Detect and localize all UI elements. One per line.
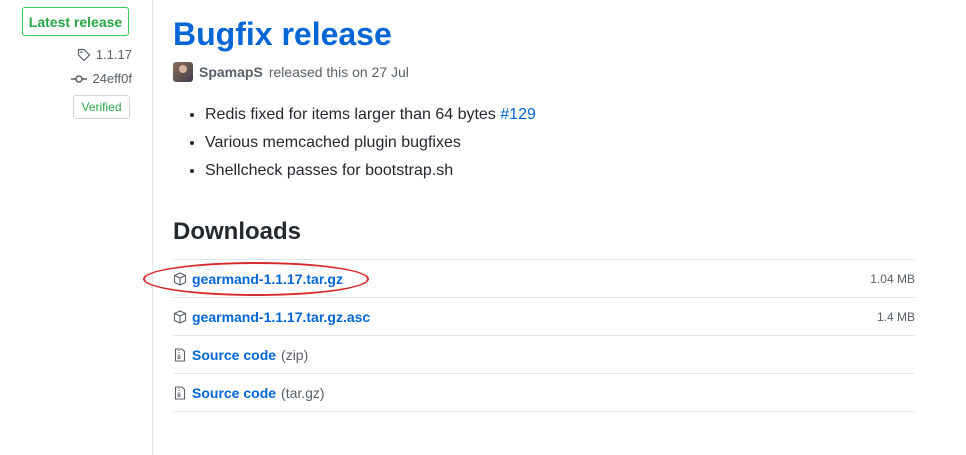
file-zip-icon (174, 347, 186, 362)
avatar[interactable] (173, 62, 193, 82)
source-code-label[interactable]: Source code (192, 347, 276, 363)
note-text: Redis fixed for items larger than 64 byt… (205, 106, 496, 123)
source-code-label[interactable]: Source code (192, 385, 276, 401)
list-item: Shellcheck passes for bootstrap.sh (205, 159, 536, 187)
source-format-label: (zip) (281, 346, 309, 363)
downloads-list: gearmand-1.1.17.tar.gz 1.04 MB gearmand-… (173, 259, 915, 412)
tag-icon (77, 48, 91, 61)
asset-size: 1.4 MB (876, 309, 915, 324)
asset-link[interactable]: gearmand-1.1.17.tar.gz.asc (192, 309, 370, 325)
package-icon (173, 309, 187, 324)
asset-link[interactable]: gearmand-1.1.17.tar.gz (192, 271, 343, 287)
verified-badge[interactable]: Verified (73, 95, 130, 119)
tag-link[interactable]: 1.1.17 (77, 47, 132, 62)
downloads-heading: Downloads (173, 218, 302, 245)
source-zip-link[interactable]: Source code (zip) (173, 347, 308, 363)
latest-release-badge: Latest release (22, 7, 129, 36)
asset-size: 1.04 MB (870, 271, 915, 286)
commit-link[interactable]: 24eff0f (71, 71, 132, 86)
tag-label: 1.1.17 (95, 47, 132, 62)
package-icon (173, 271, 187, 286)
commit-sha: 24eff0f (92, 71, 132, 86)
release-title[interactable]: Bugfix release (173, 14, 392, 54)
author-link[interactable]: SpamapS (199, 64, 263, 80)
note-text: Various memcached plugin bugfixes (205, 134, 461, 151)
list-item: Various memcached plugin bugfixes (205, 131, 536, 159)
download-row: Source code (zip) (173, 336, 915, 374)
release-author-row: SpamapS released this on 27 Jul (173, 62, 409, 82)
list-item: Redis fixed for items larger than 64 byt… (205, 103, 536, 131)
release-sidebar: Latest release 1.1.17 24eff0f Verified (0, 0, 153, 455)
note-text: Shellcheck passes for bootstrap.sh (205, 162, 454, 179)
source-targz-link[interactable]: Source code (tar.gz) (173, 385, 325, 401)
issue-link[interactable]: #129 (500, 106, 536, 123)
release-notes-list: Redis fixed for items larger than 64 byt… (183, 103, 536, 187)
released-date-text: released this on 27 Jul (268, 64, 409, 80)
download-row: Source code (tar.gz) (173, 374, 915, 412)
git-commit-icon (71, 74, 88, 83)
download-row: gearmand-1.1.17.tar.gz 1.04 MB (173, 260, 915, 298)
download-row: gearmand-1.1.17.tar.gz.asc 1.4 MB (173, 298, 915, 336)
source-format-label: (tar.gz) (281, 384, 325, 401)
file-zip-icon (174, 385, 186, 400)
